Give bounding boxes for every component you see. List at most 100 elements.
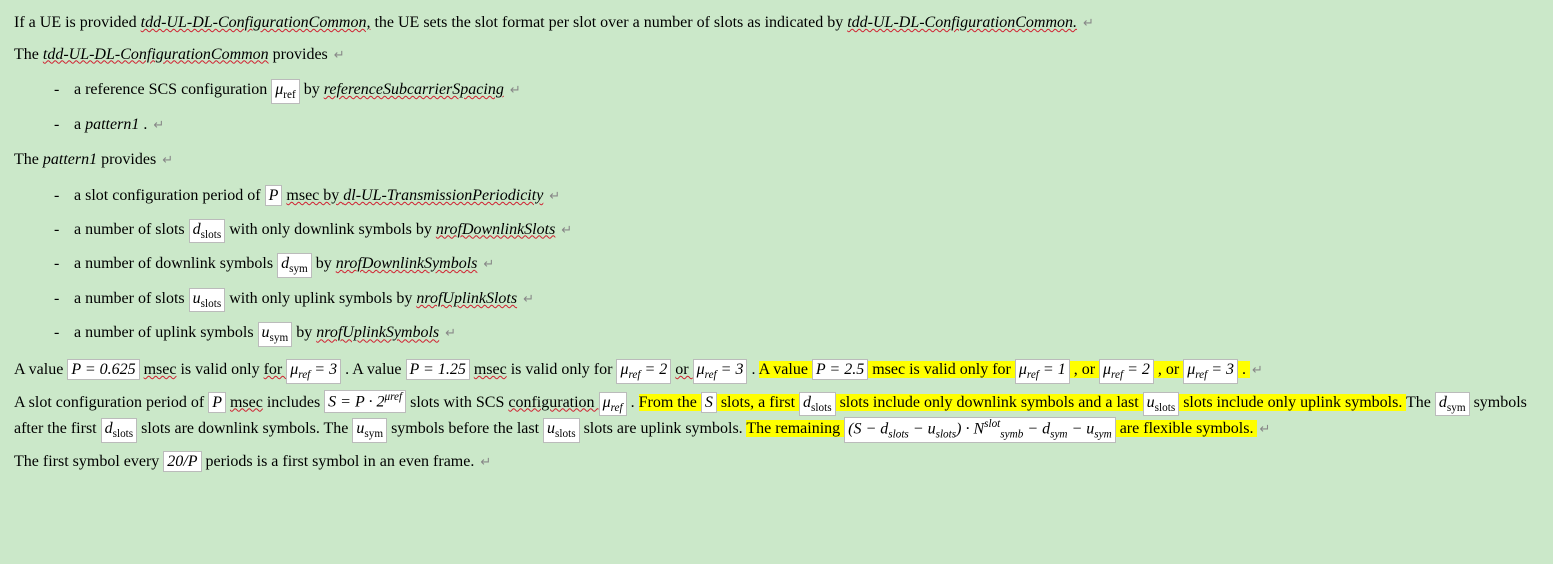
text: is valid only for	[511, 361, 617, 378]
text: The	[14, 46, 43, 63]
text: .	[751, 361, 758, 378]
val: = 2	[641, 361, 668, 378]
sub: sym	[1447, 402, 1466, 414]
return-mark: ↵	[1081, 16, 1094, 30]
text: slots include only uplink symbols.	[1183, 394, 1406, 411]
text-msec: msec	[230, 394, 263, 411]
text: , or	[1158, 361, 1183, 378]
text: The remaining	[746, 420, 844, 437]
sup: μref	[384, 391, 402, 403]
text: , or	[1074, 361, 1099, 378]
text: a number of slots	[74, 290, 189, 307]
text: . A value	[345, 361, 405, 378]
text: provides	[101, 151, 156, 168]
math-P: P	[265, 185, 283, 206]
sub: sym	[289, 263, 308, 275]
return-mark: ↵	[508, 83, 521, 97]
text: slots, a first	[721, 394, 799, 411]
text: slots are uplink symbols.	[584, 420, 747, 437]
text: the UE sets the slot format per slot ove…	[374, 14, 847, 31]
var: S = P · 2	[328, 394, 384, 411]
text: by	[296, 324, 316, 341]
return-mark: ↵	[1257, 422, 1270, 436]
para-1: If a UE is provided tdd-UL-DL-Configurat…	[14, 10, 1539, 36]
text: with only uplink symbols by	[229, 290, 416, 307]
text: symbols before the last	[391, 420, 543, 437]
math-mu-ref-eq: μref = 1	[1015, 359, 1070, 384]
math-mu-ref-eq: μref = 2	[1099, 359, 1154, 384]
return-mark: ↵	[559, 223, 572, 237]
param-nrof-ul-symbols: nrofUplinkSymbols	[316, 324, 439, 341]
math-u-sym: usym	[352, 418, 387, 443]
val: = 1	[1039, 361, 1066, 378]
return-mark: ↵	[481, 257, 494, 271]
text: is valid only for	[909, 361, 1015, 378]
para-4: A value P = 0.625 msec is valid only for…	[14, 357, 1539, 384]
math-d-sym: dsym	[277, 253, 312, 278]
val: = 3	[717, 361, 744, 378]
text: a	[74, 116, 85, 133]
text: provides	[273, 46, 328, 63]
text: If a UE is provided	[14, 14, 141, 31]
part: − u	[909, 420, 936, 437]
text: a slot configuration period of	[74, 187, 265, 204]
part: − u	[1068, 420, 1095, 437]
sub: ref	[283, 89, 295, 101]
sub: slots	[1155, 402, 1176, 414]
var: d	[281, 255, 289, 272]
sub: symb	[1000, 429, 1023, 441]
var: u	[193, 290, 201, 307]
math-mu-ref-eq: μref = 2	[616, 359, 671, 384]
text-for: for	[264, 361, 287, 378]
math-u-slots: uslots	[543, 418, 580, 443]
list-1: a reference SCS configuration μref by re…	[14, 73, 1539, 141]
math-mu-ref: μref	[599, 392, 627, 417]
part: − d	[1023, 420, 1050, 437]
sub: slots	[201, 298, 222, 310]
param-tdd-config: tdd-UL-DL-ConfigurationCommon,	[141, 14, 371, 31]
val: = 3	[310, 361, 337, 378]
text: slots include only downlink symbols and …	[840, 394, 1143, 411]
return-mark: ↵	[478, 455, 491, 469]
math-P-val: P = 2.5	[812, 359, 868, 380]
sup: slot	[984, 418, 1000, 430]
text-msec: msec by	[286, 187, 343, 204]
math-u-slots: uslots	[189, 288, 226, 313]
sub: ref	[705, 369, 717, 381]
var: u	[547, 420, 555, 437]
text: are flexible symbols.	[1120, 420, 1254, 437]
sub: ref	[628, 369, 640, 381]
math-u-slots: uslots	[1143, 392, 1180, 417]
math-mu-ref-eq: μref = 3	[286, 359, 341, 384]
math-mu-ref-eq: μref = 3	[693, 359, 748, 384]
text: The	[14, 151, 43, 168]
var: μ	[603, 394, 611, 411]
return-mark: ↵	[1250, 363, 1263, 377]
text-msec: msec	[144, 361, 177, 378]
var: μ	[697, 361, 705, 378]
var: d	[193, 221, 201, 238]
para-6: The first symbol every 20/P periods is a…	[14, 449, 1539, 475]
math-d-sym: dsym	[1435, 392, 1470, 417]
text: by	[304, 81, 324, 98]
text: A slot configuration period of	[14, 394, 208, 411]
text: .	[1242, 361, 1246, 378]
list-2: a slot configuration period of P msec by…	[14, 179, 1539, 351]
param-tdd-config: tdd-UL-DL-ConfigurationCommon.	[847, 14, 1077, 31]
sub: ref	[1195, 369, 1207, 381]
return-mark: ↵	[443, 326, 456, 340]
math-d-slots: dslots	[101, 418, 138, 443]
text: a number of downlink symbols	[74, 255, 277, 272]
part: ) · N	[956, 420, 984, 437]
list-item: a slot configuration period of P msec by…	[54, 179, 1539, 213]
math-S: S	[701, 392, 717, 413]
var: μ	[1187, 361, 1195, 378]
text: with only downlink symbols by	[229, 221, 436, 238]
text: slots are downlink symbols. The	[141, 420, 352, 437]
math-d-slots: dslots	[189, 219, 226, 244]
text: From the	[639, 394, 697, 411]
text: A value	[14, 361, 67, 378]
sub: slots	[555, 429, 576, 441]
return-mark: ↵	[151, 118, 164, 132]
text: is valid only	[180, 361, 263, 378]
